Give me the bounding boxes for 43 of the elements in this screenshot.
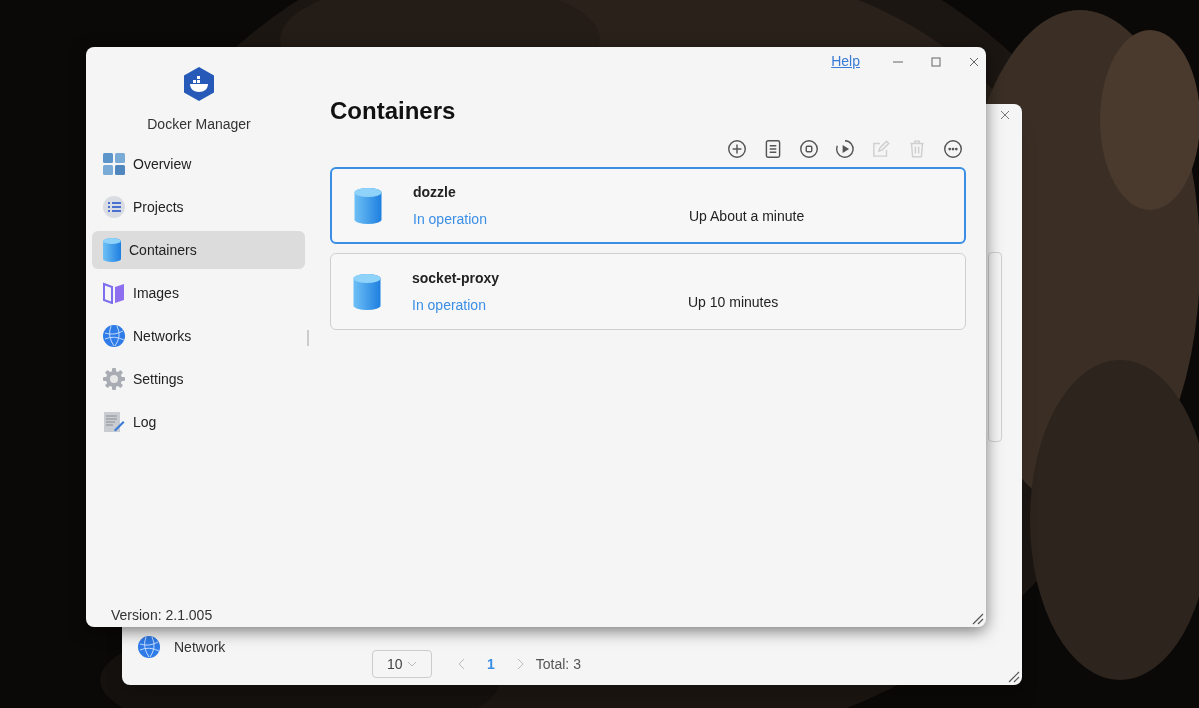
whale-logo-icon xyxy=(182,66,216,102)
book-icon xyxy=(103,282,125,304)
container-card[interactable]: socket-proxy In operation Up 10 minutes xyxy=(330,253,966,330)
sidebar-item[interactable]: Settings xyxy=(92,360,305,398)
globe-icon xyxy=(138,636,160,658)
cylinder-icon xyxy=(353,273,381,310)
notepad-icon xyxy=(103,411,125,433)
container-status: In operation xyxy=(413,209,488,229)
add-icon[interactable] xyxy=(726,138,748,160)
cylinder-icon xyxy=(103,238,121,262)
resize-grip-icon[interactable] xyxy=(970,611,984,625)
close-icon[interactable] xyxy=(968,55,980,68)
sidebar-item[interactable]: Projects xyxy=(92,188,305,226)
cylinder-icon xyxy=(354,187,382,224)
resize-grip-icon[interactable] xyxy=(1006,669,1020,683)
page-size-select[interactable]: 10 xyxy=(372,650,432,678)
container-uptime: Up About a minute xyxy=(689,207,805,226)
stop-icon[interactable] xyxy=(798,138,820,160)
sidebar-item[interactable]: Images xyxy=(92,274,305,312)
container-uptime: Up 10 minutes xyxy=(688,293,779,312)
sidebar-item[interactable]: Network xyxy=(174,636,226,658)
grid-icon xyxy=(103,153,125,175)
restart-icon[interactable] xyxy=(834,138,856,160)
more-icon[interactable] xyxy=(942,138,964,160)
container-name: dozzle xyxy=(413,182,457,202)
sidebar-item[interactable]: Containers xyxy=(92,231,305,269)
container-name: socket-proxy xyxy=(412,268,501,288)
sidebar-item[interactable]: Log xyxy=(92,403,305,441)
help-link[interactable]: Help xyxy=(831,51,860,72)
container-card[interactable]: dozzle In operation Up About a minute xyxy=(330,167,966,244)
globe-icon xyxy=(103,325,125,347)
app-name: Docker Manager xyxy=(147,115,251,134)
total-count: Total: 3 xyxy=(535,654,581,674)
close-icon[interactable] xyxy=(1000,110,1010,120)
sidebar-item[interactable]: Networks xyxy=(92,317,305,355)
sidebar-item[interactable]: Overview xyxy=(92,145,305,183)
list-icon xyxy=(103,196,125,218)
maximize-icon[interactable] xyxy=(930,55,942,68)
gear-icon xyxy=(103,368,125,390)
chevron-down-icon xyxy=(407,661,417,667)
version-text: Version: 2.1.005 xyxy=(111,606,213,625)
container-status: In operation xyxy=(412,295,487,315)
page-title: Containers xyxy=(330,97,457,125)
